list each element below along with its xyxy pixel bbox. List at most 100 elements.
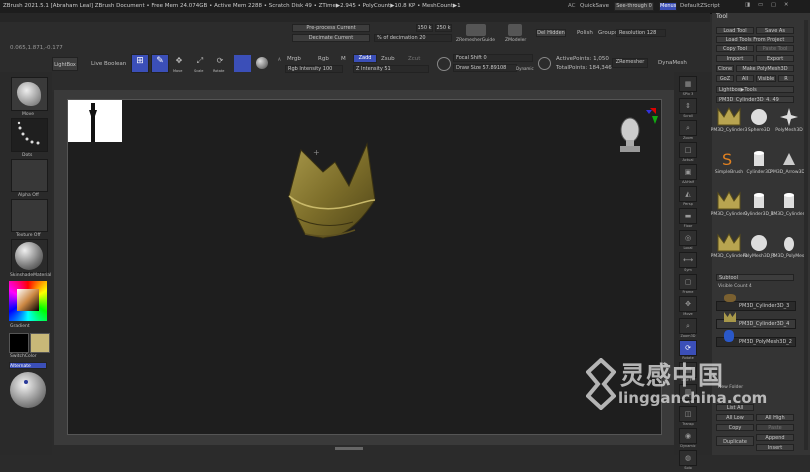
m-button[interactable]: M	[341, 56, 346, 63]
duplicate-button[interactable]: Duplicate	[716, 436, 754, 446]
tool-thumbnail[interactable]: S SimpleBrush	[714, 148, 744, 188]
stroke-thumbnail[interactable]	[11, 118, 48, 152]
zoom-button[interactable]: ⌕	[679, 120, 697, 136]
switch-color-label[interactable]: SwitchColor	[10, 353, 37, 360]
floor-button[interactable]: ▬	[679, 208, 697, 224]
goz-button[interactable]: GoZ	[716, 75, 734, 82]
tool-thumbnail[interactable]: PM3D_Cylinder3	[711, 190, 747, 230]
rgb-button[interactable]: Rgb	[318, 56, 329, 63]
color-square[interactable]	[17, 289, 39, 311]
mrgb-button[interactable]: Mrgb	[287, 56, 301, 63]
window-controls[interactable]: ◨ ▭ ▢ ✕	[745, 2, 791, 9]
visible-button[interactable]: Visible	[756, 75, 776, 82]
polish-label[interactable]: Polish	[577, 30, 593, 37]
zremesher-guide-icon[interactable]	[466, 24, 486, 36]
navigation-gizmo[interactable]	[616, 108, 658, 156]
secondary-color-swatch[interactable]	[30, 333, 50, 353]
zadd-button[interactable]: Zadd	[353, 54, 377, 63]
export-button[interactable]: Export	[756, 55, 794, 62]
tool-thumbnail[interactable]: PM3D_Cylinder3	[711, 106, 747, 146]
sym-button[interactable]: ⟷	[679, 252, 697, 268]
draw-size-slider[interactable]: Draw Size 57.89108	[453, 64, 517, 72]
solo-button[interactable]: ◍	[679, 450, 697, 466]
make-polymesh-button[interactable]: Make PolyMesh3D	[736, 65, 794, 72]
tool-thumbnail[interactable]: PM3D_PolyMesh	[771, 232, 807, 272]
menus-button[interactable]: Menus	[659, 2, 677, 11]
append-button[interactable]: Append	[756, 434, 794, 441]
r-button[interactable]: R	[778, 75, 794, 82]
zremesher-button[interactable]: ZRemesher	[612, 58, 648, 68]
subtool-header[interactable]: Subtool	[716, 274, 794, 281]
tool-panel-header[interactable]: Tool	[716, 13, 728, 21]
250k-button[interactable]: 250 k	[435, 24, 452, 32]
z-intensity-slider[interactable]: Z Intensity 51	[353, 65, 429, 73]
tool-thumbnail[interactable]: Cylinder3D_1	[744, 190, 774, 230]
decimate-button[interactable]: Decimate Current	[292, 34, 370, 42]
lightbox-tools-button[interactable]: Lightbox▶Tools	[716, 86, 794, 93]
150k-button[interactable]: 150 k	[416, 24, 433, 32]
frame-button[interactable]: ▢	[679, 274, 697, 290]
subtool-row[interactable]: PM3D_Cylinder3D_3	[716, 301, 796, 311]
preprocess-button[interactable]: Pre-process Current	[292, 24, 370, 32]
persp-button[interactable]: ◭	[679, 186, 697, 202]
tool-thumbnail[interactable]: PM3D_Cylinder3	[771, 190, 807, 230]
main-color-swatch[interactable]	[9, 333, 29, 353]
lightbox-button[interactable]: LightBox	[52, 57, 78, 71]
tool-thumbnail[interactable]: Cylinder3D	[744, 148, 774, 188]
zmodeler-icon[interactable]	[508, 24, 522, 36]
spix-3-button[interactable]: ▦	[679, 76, 697, 92]
light-sphere[interactable]	[10, 372, 46, 408]
tool-thumbnail[interactable]: PolyMesh3D_1	[743, 232, 775, 272]
focal-shift-slider[interactable]: Focal Shift 0	[453, 54, 533, 62]
quicksave-button[interactable]: QuickSave	[580, 3, 609, 10]
tool-panel-scrollbar[interactable]	[804, 20, 808, 450]
paste-tool-button[interactable]: Paste Tool	[756, 45, 794, 52]
material-thumbnail[interactable]	[11, 239, 48, 273]
crown-model[interactable]	[283, 138, 393, 248]
silhouette-thumbnail[interactable]	[68, 100, 122, 142]
light-position-dot[interactable]	[24, 380, 28, 384]
brush-thumbnail[interactable]	[11, 77, 48, 111]
all-button[interactable]: All	[736, 75, 754, 82]
alpha-thumbnail[interactable]	[11, 159, 48, 192]
rgb-intensity-slider[interactable]: Rgb Intensity 100	[285, 65, 343, 73]
dynamic-button[interactable]: ◉	[679, 428, 697, 444]
poly-frame-icon[interactable]	[234, 55, 251, 72]
scale-icon[interactable]: ⤢	[193, 56, 207, 68]
tool-thumbnail[interactable]: PolyMesh3D	[774, 106, 804, 146]
rotate-button[interactable]: ⟳	[679, 340, 697, 356]
resolution-slider[interactable]: Resolution 128	[616, 29, 666, 37]
import-button[interactable]: Import	[716, 55, 754, 62]
zoom3d-button[interactable]: ⌕	[679, 318, 697, 334]
edit-button[interactable]: ⊞	[131, 54, 149, 73]
aahalf-button[interactable]: ▣	[679, 164, 697, 180]
move-icon[interactable]: ✥	[172, 56, 186, 68]
copy-button[interactable]: Copy	[716, 424, 754, 431]
alternate-button[interactable]: Alternate	[9, 362, 47, 369]
default-zscript-button[interactable]: DefaultZScript	[680, 3, 720, 10]
del-hidden-button[interactable]: Del Hidden	[536, 29, 566, 37]
copy-tool-button[interactable]: Copy Tool	[716, 45, 754, 52]
color-picker[interactable]	[9, 281, 47, 321]
current-tool-slider[interactable]: PM3D_Cylinder3D_4. 49	[716, 96, 794, 103]
transp-button[interactable]: ◫	[679, 406, 697, 422]
rotate-icon[interactable]: ⟳	[213, 56, 227, 68]
move-button[interactable]: ✥	[679, 296, 697, 312]
insert-button[interactable]: Insert	[756, 444, 794, 451]
draw-button[interactable]: ✎	[151, 54, 169, 73]
tool-thumbnail[interactable]: Sphere3D	[744, 106, 774, 146]
groups-label[interactable]: Groups	[598, 30, 618, 37]
see-through-slider[interactable]: See-through 0	[614, 2, 654, 11]
load-tool-button[interactable]: Load Tool	[716, 27, 754, 34]
clone-button[interactable]: Clone	[716, 65, 734, 72]
paste-button[interactable]: Paste	[756, 424, 794, 431]
document-canvas[interactable]: +	[67, 99, 662, 435]
ac-label[interactable]: AC	[568, 3, 576, 10]
zcut-button[interactable]: Zcut	[408, 56, 420, 63]
material-sphere-icon[interactable]	[256, 57, 268, 69]
local-button[interactable]: ◎	[679, 230, 697, 246]
lazy-icon[interactable]	[538, 57, 551, 70]
actual-button[interactable]: □	[679, 142, 697, 158]
save-as-button[interactable]: Save As	[756, 27, 794, 34]
scroll-button[interactable]: ⇕	[679, 98, 697, 114]
